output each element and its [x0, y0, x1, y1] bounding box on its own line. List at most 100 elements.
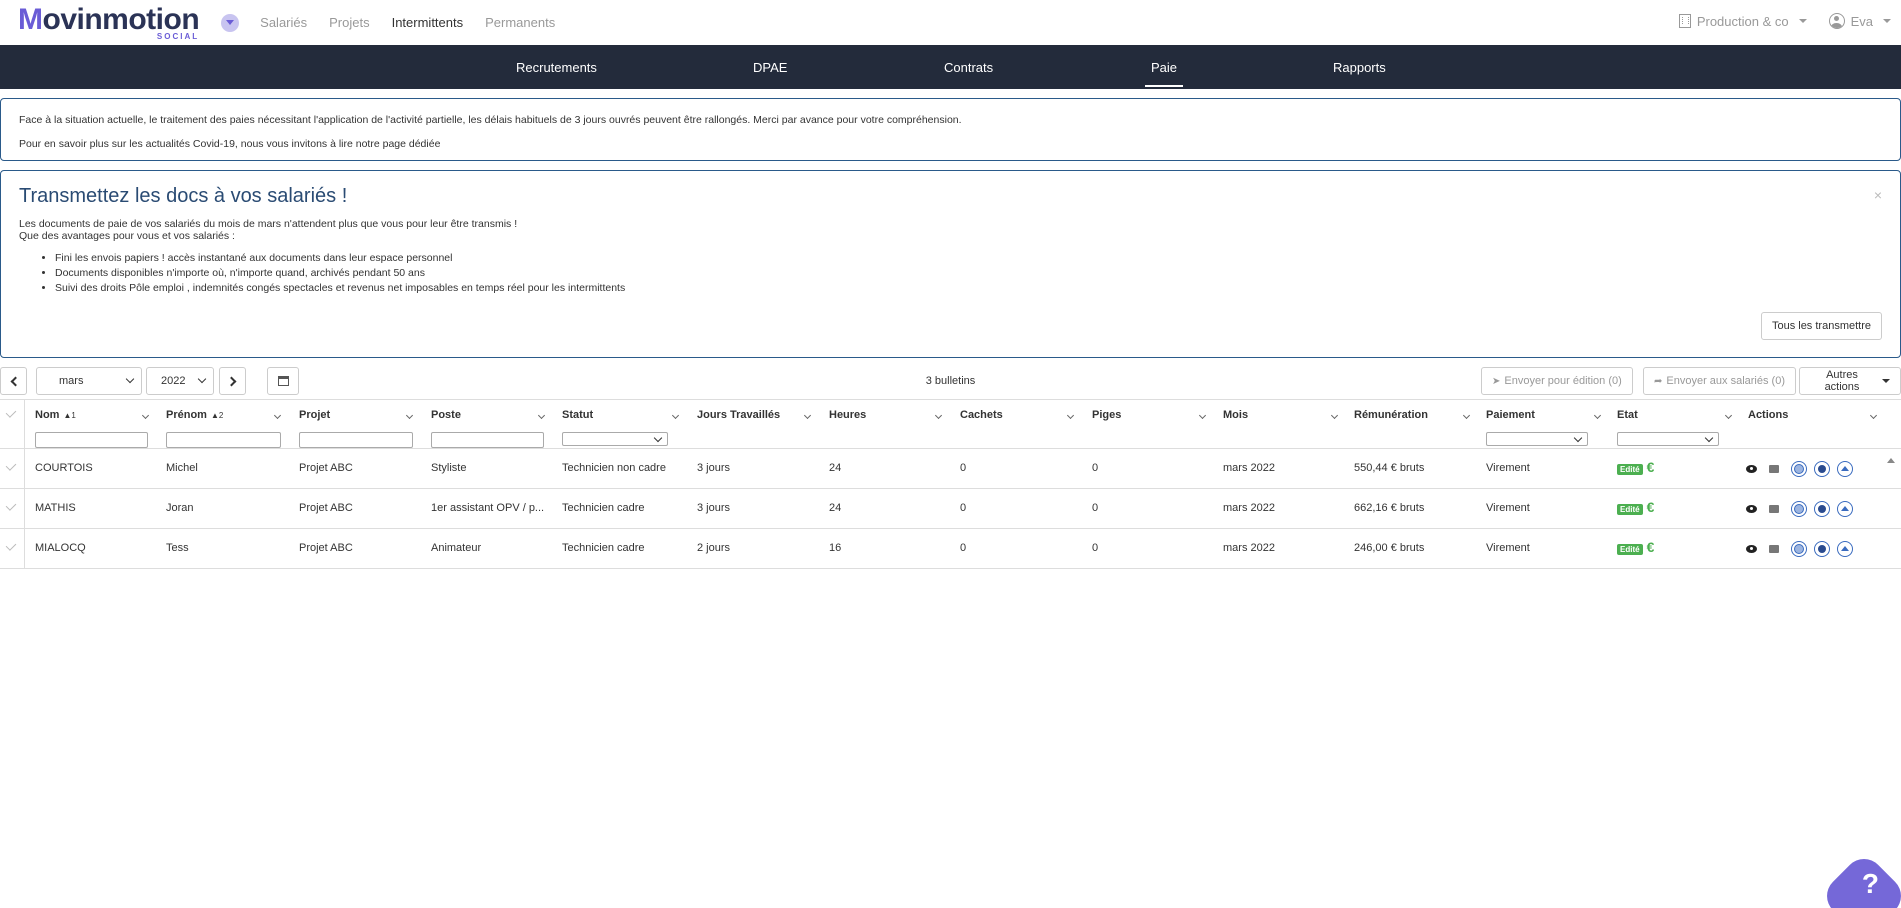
send-to-employees-label: Envoyer aux salariés (0): [1666, 375, 1785, 387]
filter-poste-input[interactable]: [431, 432, 544, 448]
comment-icon[interactable]: [1769, 505, 1779, 513]
filter-projet-input[interactable]: [299, 432, 413, 448]
help-label[interactable]: ?: [1862, 868, 1879, 900]
tab-recrutements[interactable]: Recrutements: [516, 45, 597, 89]
cell-nom: MATHIS: [35, 502, 76, 514]
col-header-statut[interactable]: Statut: [562, 409, 593, 421]
timer-icon[interactable]: [1791, 501, 1807, 517]
chevron-down-icon[interactable]: [405, 411, 414, 420]
send-for-edit-button[interactable]: ➤ Envoyer pour édition (0): [1481, 367, 1633, 395]
chevron-down-icon[interactable]: [934, 411, 943, 420]
comment-icon[interactable]: [1769, 545, 1779, 553]
other-actions-button[interactable]: Autres actions: [1799, 367, 1901, 395]
filter-paiement-select[interactable]: [1486, 432, 1588, 446]
chevron-down-icon[interactable]: [141, 411, 150, 420]
table-row[interactable]: COURTOIS Michel Projet ABC Styliste Tech…: [0, 449, 1901, 489]
col-header-mois[interactable]: Mois: [1223, 409, 1248, 421]
table-row[interactable]: MIALOCQ Tess Projet ABC Animateur Techni…: [0, 529, 1901, 569]
top-link-permanents[interactable]: Permanents: [474, 15, 566, 30]
covid-info-box: Face à la situation actuelle, le traitem…: [0, 98, 1901, 161]
caret-down-icon: [1798, 19, 1807, 23]
user-dropdown[interactable]: Eva: [1828, 13, 1891, 29]
chevron-down-icon[interactable]: [1724, 411, 1733, 420]
table-row[interactable]: MATHIS Joran Projet ABC 1er assistant OP…: [0, 489, 1901, 529]
col-header-poste[interactable]: Poste: [431, 409, 461, 421]
col-header-etat[interactable]: Etat: [1617, 409, 1638, 421]
col-header-heures[interactable]: Heures: [829, 409, 866, 421]
upload-icon[interactable]: [1837, 461, 1853, 477]
tab-rapports[interactable]: Rapports: [1333, 45, 1386, 89]
cell-remuneration: 662,16 € bruts: [1354, 502, 1425, 514]
row-checkbox[interactable]: [5, 540, 17, 551]
payroll-toolbar: mars 2022 3 bulletins ➤ Envoyer pour édit…: [0, 365, 1901, 397]
upload-icon[interactable]: [1837, 501, 1853, 517]
transmit-all-button[interactable]: Tous les transmettre: [1760, 312, 1882, 340]
eye-icon[interactable]: [1746, 505, 1757, 513]
cell-heures: 16: [829, 542, 842, 554]
promo-benefits-list: Fini les envois papiers ! accès instanta…: [55, 252, 1882, 294]
top-link-projets[interactable]: Projets: [318, 15, 380, 30]
col-header-piges[interactable]: Piges: [1092, 409, 1121, 421]
cell-projet: Projet ABC: [299, 502, 353, 514]
chevron-down-icon[interactable]: [1330, 411, 1339, 420]
row-actions: [1746, 541, 1860, 557]
upload-icon[interactable]: [1837, 541, 1853, 557]
col-header-remuneration[interactable]: Rémunération: [1354, 409, 1428, 421]
cell-jours: 3 jours: [697, 462, 731, 474]
cell-statut: Technicien cadre: [562, 542, 645, 554]
col-header-paiement[interactable]: Paiement: [1486, 409, 1535, 421]
eye-icon[interactable]: [1746, 465, 1757, 473]
col-header-jours[interactable]: Jours Travaillés: [697, 409, 780, 421]
select-all-checkbox[interactable]: [5, 407, 17, 418]
eye-icon[interactable]: [1746, 545, 1757, 553]
col-header-projet[interactable]: Projet: [299, 409, 330, 421]
chevron-down-icon[interactable]: [1593, 411, 1602, 420]
help-button[interactable]: [1818, 850, 1901, 908]
moon-icon[interactable]: [1814, 541, 1830, 557]
filter-statut-select[interactable]: [562, 432, 668, 446]
cell-mois: mars 2022: [1223, 502, 1275, 514]
tab-dpae[interactable]: DPAE: [753, 45, 787, 89]
filter-etat-select[interactable]: [1617, 432, 1719, 446]
table-header: Nom ▲1 Prénom ▲2 Projet Poste Statut Jours…: [0, 399, 1901, 449]
cell-etat: Edité €: [1617, 459, 1654, 475]
transmit-docs-panel: Transmettez les docs à vos salariés ! Le…: [0, 170, 1901, 358]
chevron-down-icon[interactable]: [273, 411, 282, 420]
col-header-actions: Actions: [1748, 409, 1789, 421]
send-to-employees-button[interactable]: ➦ Envoyer aux salariés (0): [1643, 367, 1796, 395]
top-link-salaries[interactable]: Salariés: [249, 15, 318, 30]
chevron-down-icon[interactable]: [803, 411, 812, 420]
close-icon[interactable]: ×: [1874, 187, 1882, 203]
row-checkbox[interactable]: [5, 460, 17, 471]
chevron-down-icon[interactable]: [1198, 411, 1207, 420]
chevron-down-icon[interactable]: [1869, 411, 1878, 420]
logo-text: ovinmotion: [42, 2, 200, 36]
row-checkbox[interactable]: [5, 500, 17, 511]
timer-icon[interactable]: [1791, 461, 1807, 477]
filter-prenom-input[interactable]: [166, 432, 281, 448]
comment-icon[interactable]: [1769, 465, 1779, 473]
chevron-down-icon[interactable]: [671, 411, 680, 420]
user-icon: [1828, 13, 1845, 29]
status-badge: Edité: [1617, 464, 1643, 475]
tab-contrats[interactable]: Contrats: [944, 45, 993, 89]
col-header-nom[interactable]: Nom ▲1: [35, 409, 76, 421]
cell-poste: Styliste: [431, 462, 467, 474]
chevron-down-icon[interactable]: [537, 411, 546, 420]
moon-icon[interactable]: [1814, 461, 1830, 477]
share-icon: ➦: [1654, 375, 1663, 387]
chevron-down-icon[interactable]: [1066, 411, 1075, 420]
col-header-cachets[interactable]: Cachets: [960, 409, 1003, 421]
company-dropdown[interactable]: Production & co: [1678, 14, 1807, 29]
scroll-up-icon[interactable]: [1887, 458, 1895, 463]
logo[interactable]: Movinmotion SOCIAL: [18, 2, 200, 41]
chevron-down-icon[interactable]: [1462, 411, 1471, 420]
app-menu-toggle-icon[interactable]: [221, 13, 240, 32]
col-header-prenom[interactable]: Prénom ▲2: [166, 409, 223, 421]
filter-nom-input[interactable]: [35, 432, 148, 448]
timer-icon[interactable]: [1791, 541, 1807, 557]
tab-paie[interactable]: Paie: [1144, 45, 1184, 89]
moon-icon[interactable]: [1814, 501, 1830, 517]
cell-piges: 0: [1092, 462, 1099, 474]
top-link-intermittents[interactable]: Intermittents: [381, 15, 475, 30]
